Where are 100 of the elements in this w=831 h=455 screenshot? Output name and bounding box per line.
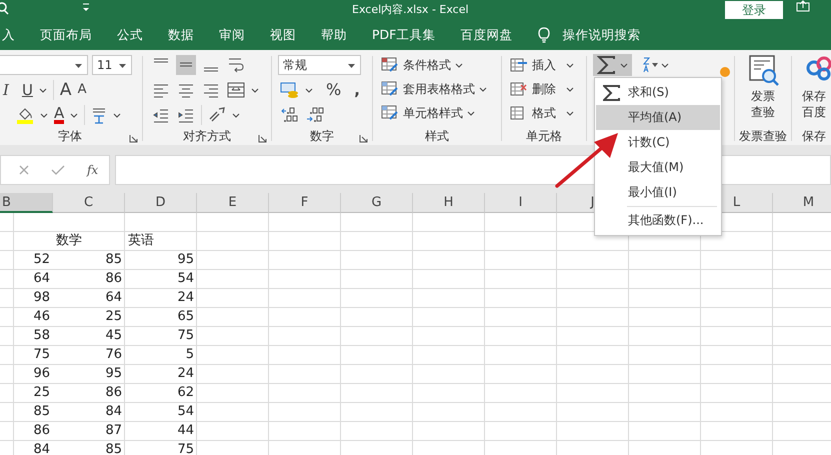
menu-item[interactable]: 求和(S) [596,80,720,105]
table-cell: 46 [33,309,50,324]
dialog-launcher-icon[interactable] [359,134,368,143]
caret-icon [566,86,574,92]
percent-button[interactable]: % [326,81,342,99]
cells-command[interactable]: 删除 [510,78,584,100]
ribbon-tab[interactable]: PDF工具集 [372,26,436,44]
table-cell: 76 [105,347,122,362]
table-cell: 87 [105,423,122,438]
merge-cells-icon[interactable] [226,80,246,100]
table-cell: 54 [177,271,194,286]
caret-icon[interactable] [40,112,48,118]
dot-icon [720,67,730,77]
table-style-icon [381,81,399,97]
share-icon[interactable] [796,0,810,12]
table-style-icon [381,57,399,73]
align-middle-icon[interactable] [176,55,196,75]
dialog-launcher-icon[interactable] [129,134,138,143]
table-cell: 54 [177,404,194,419]
table-cell: 84 [105,404,122,419]
dialog-launcher-icon[interactable] [258,134,267,143]
table-cell: 25 [105,309,122,324]
group-label: 字体 [58,128,82,145]
table-cell: 86 [33,423,50,438]
sigma-icon [603,84,621,100]
italic-button[interactable]: I [3,81,9,99]
caret-icon[interactable] [305,88,313,92]
cells-command[interactable]: 格式 [510,102,584,124]
currency-icon[interactable] [280,80,300,100]
caret-icon[interactable] [38,88,47,92]
style-command[interactable]: 单元格样式 [381,102,499,124]
caret-icon[interactable] [232,112,240,118]
column-header[interactable]: G [341,193,413,213]
search-icon[interactable] [0,2,9,16]
ribbon-tab[interactable]: 帮助 [321,26,347,44]
table-cell: 24 [177,290,194,305]
table-cell: 44 [177,423,194,438]
caret-icon[interactable] [113,112,122,118]
grow-font-button[interactable]: A [60,81,72,99]
shrink-font-button[interactable]: A [78,81,86,99]
caret-icon[interactable] [70,112,78,118]
dropdown-arrow-icon[interactable] [75,64,82,68]
increase-decimal-icon[interactable] [280,105,300,125]
ribbon-tab[interactable]: 视图 [270,26,296,44]
table-cell: 95 [177,252,194,267]
ribbon-tab[interactable]: 审阅 [219,26,245,44]
table-cell: 86 [105,385,122,400]
menu-item[interactable]: 平均值(A) [596,105,720,130]
table-cell: 数学 [56,233,82,248]
column-header[interactable]: E [197,193,269,213]
table-cell: 英语 [128,233,154,248]
save-to-cloud-button[interactable]: 保存 百度 [802,88,826,120]
table-cell: 75 [177,328,194,343]
group-label: 对齐方式 [183,128,231,145]
table-cell: 95 [105,366,122,381]
cells-command[interactable]: 插入 [510,54,584,76]
underline-button[interactable]: U [22,81,33,99]
table-cell: 45 [105,328,122,343]
column-header[interactable]: H [413,193,485,213]
table-cell: 98 [33,290,50,305]
style-command[interactable]: 套用表格格式 [381,78,499,100]
search-hint[interactable]: 操作说明搜索 [562,26,640,44]
autosum-button[interactable] [593,54,632,76]
fill-color-icon[interactable] [16,106,34,124]
menu-item[interactable]: 最大值(M) [596,155,720,180]
insert-function-button[interactable]: fx [86,163,98,177]
caret-icon [479,86,487,92]
ribbon-tab[interactable]: 入 [2,26,15,44]
dropdown-arrow-icon[interactable] [348,64,355,68]
table-cell: 5 [186,347,194,362]
phonetic-icon[interactable] [91,106,108,124]
ribbon-tab[interactable]: 公式 [117,26,143,44]
table-cell: 24 [177,366,194,381]
login-button[interactable]: 登录 [725,1,783,19]
font-color-button[interactable]: A [54,106,64,124]
comma-button[interactable]: , [354,81,360,99]
caret-icon [455,62,463,68]
font-size-field[interactable]: 11 [92,55,132,75]
ribbon-tab[interactable]: 数据 [168,26,194,44]
group-label: 样式 [425,128,449,145]
table-cell: 85 [105,442,122,455]
sort-filter-icon[interactable] [642,56,670,74]
caret-icon [620,62,628,68]
table-cell: 85 [33,404,50,419]
invoice-check-button[interactable]: 发票 查验 [751,88,775,120]
caret-icon[interactable] [251,88,259,92]
dropdown-arrow-icon[interactable] [119,64,126,68]
column-header[interactable]: D [125,193,197,213]
column-header[interactable]: C [53,193,125,213]
number-format-field[interactable]: 常规 [278,55,361,75]
ribbon-tab[interactable]: 页面布局 [40,26,92,44]
style-command[interactable]: 条件格式 [381,54,499,76]
font-name-field[interactable] [0,55,88,75]
ribbon-tab[interactable]: 百度网盘 [460,26,512,44]
decrease-decimal-icon[interactable] [305,105,325,125]
customize-icon[interactable] [82,3,90,13]
menu-item[interactable]: 计数(C) [596,130,720,155]
column-header[interactable]: F [269,193,341,213]
column-header[interactable]: I [485,193,557,213]
column-header[interactable]: B [0,193,53,213]
